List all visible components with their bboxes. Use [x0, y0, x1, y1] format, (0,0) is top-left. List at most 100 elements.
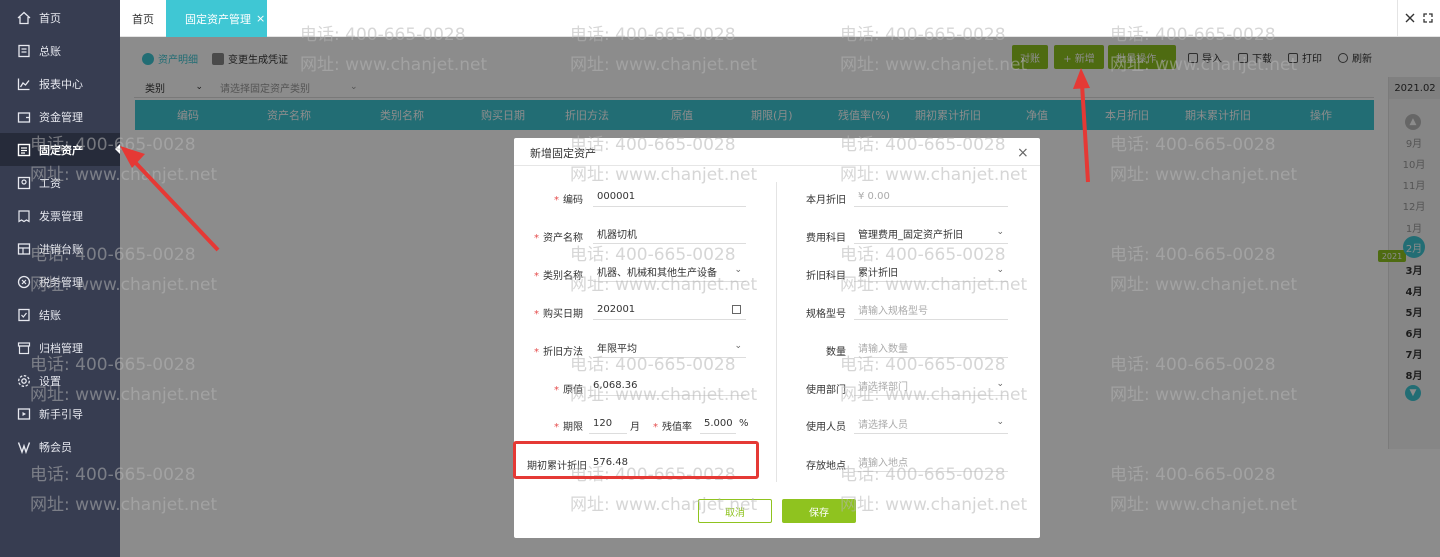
category-select[interactable]: 机器、机械和其他生产设备 ⌄ — [593, 262, 746, 282]
sidebar-item-guide[interactable]: 新手引导 — [0, 397, 120, 430]
divider — [1397, 0, 1398, 37]
code-field[interactable]: 000001 — [593, 187, 746, 207]
code-label: * 编码 — [554, 195, 583, 206]
user-placeholder: 请选择人员 — [858, 420, 908, 431]
department-select[interactable]: 请选择部门 ⌄ — [854, 376, 1008, 396]
divider — [514, 165, 1040, 166]
sidebar-item-funds[interactable]: 资金管理 — [0, 100, 120, 133]
location-input[interactable]: 请输入地点 — [854, 452, 1008, 472]
chevron-down-icon: ⌄ — [996, 417, 1004, 427]
save-button[interactable]: 保存 — [782, 499, 856, 523]
close-window-icon[interactable] — [1402, 10, 1418, 26]
sidebar-item-settings[interactable]: 设置 — [0, 364, 120, 397]
term-field[interactable]: 120 — [589, 414, 627, 434]
user-select[interactable]: 请选择人员 ⌄ — [854, 414, 1008, 434]
purchase-date-label: * 购买日期 — [534, 309, 583, 320]
expense-subject-label: 费用科目 — [806, 233, 846, 244]
asset-name-field[interactable]: 机器切机 — [593, 224, 746, 244]
expense-subject-select[interactable]: 管理费用_固定资产折旧 ⌄ — [854, 224, 1008, 244]
guide-icon — [17, 407, 31, 421]
sidebar-item-label: 畅会员 — [39, 440, 72, 454]
tab-label: 固定资产管理 — [185, 12, 251, 26]
month-depreciation-label: 本月折旧 — [806, 195, 846, 206]
sidebar-item-label: 报表中心 — [39, 77, 83, 91]
chevron-down-icon: ⌄ — [996, 227, 1004, 237]
quantity-label: 数量 — [826, 347, 846, 358]
sidebar-item-stock[interactable]: 进销台账 — [0, 232, 120, 265]
fullscreen-icon[interactable] — [1420, 10, 1436, 26]
residual-rate-label: * 残值率 — [653, 422, 692, 433]
sidebar-item-ledger[interactable]: 总账 — [0, 34, 120, 67]
sidebar-item-label: 新手引导 — [39, 407, 83, 421]
gear-icon — [17, 374, 31, 388]
chevron-down-icon: ⌄ — [996, 379, 1004, 389]
sidebar-item-label: 发票管理 — [39, 209, 83, 223]
depreciation-method-select[interactable]: 年限平均 ⌄ — [593, 338, 746, 358]
sidebar-item-tax[interactable]: 税务管理 — [0, 265, 120, 298]
sidebar-item-invoices[interactable]: 发票管理 — [0, 199, 120, 232]
archive-icon — [17, 341, 31, 355]
sidebar-item-label: 工资 — [39, 176, 61, 190]
sidebar-item-label: 设置 — [39, 374, 61, 388]
tab-fixed-asset-management[interactable]: 固定资产管理 × — [166, 0, 267, 37]
tab-close-icon[interactable]: × — [256, 12, 265, 25]
chevron-down-icon: ⌄ — [734, 265, 742, 275]
category-label: * 类别名称 — [534, 271, 583, 282]
stock-icon — [17, 242, 31, 256]
category-value: 机器、机械和其他生产设备 — [597, 268, 717, 279]
divider — [776, 182, 777, 482]
sidebar-item-label: 进销台账 — [39, 242, 83, 256]
chart-icon — [17, 77, 31, 91]
depreciation-subject-label: 折旧科目 — [806, 271, 846, 282]
date-value: 202001 — [597, 304, 636, 315]
sidebar-item-archive[interactable]: 归档管理 — [0, 331, 120, 364]
method-value: 年限平均 — [597, 344, 637, 355]
wallet-icon — [17, 110, 31, 124]
expense-value: 管理费用_固定资产折旧 — [858, 230, 963, 241]
chevron-down-icon: ⌄ — [734, 341, 742, 351]
member-icon — [17, 440, 31, 454]
asset-name-label: * 资产名称 — [534, 233, 583, 244]
tab-home[interactable]: 首页 — [120, 0, 166, 37]
sidebar-item-closing[interactable]: 结账 — [0, 298, 120, 331]
calendar-icon[interactable] — [732, 305, 741, 314]
sidebar-item-label: 总账 — [39, 44, 61, 58]
sidebar-item-label: 首页 — [39, 11, 61, 25]
quantity-input[interactable]: 请输入数量 — [854, 338, 1008, 358]
term-label: * 期限 — [554, 422, 583, 433]
original-value-label: * 原值 — [554, 385, 583, 396]
sidebar-item-label: 结账 — [39, 308, 61, 322]
spec-input[interactable]: 请输入规格型号 — [854, 300, 1008, 320]
dialog-title: 新增固定资产 — [530, 147, 596, 160]
term-unit: 月 — [630, 422, 640, 433]
department-placeholder: 请选择部门 — [858, 382, 908, 393]
home-icon — [17, 11, 31, 25]
ledger-icon — [17, 44, 31, 58]
original-value-field[interactable]: 6,068.36 — [589, 376, 746, 396]
residual-unit: % — [739, 418, 749, 429]
annotation-highlight-box — [513, 441, 759, 479]
depreciation-subject-select[interactable]: 累计折旧 ⌄ — [854, 262, 1008, 282]
purchase-date-field[interactable]: 202001 — [593, 300, 746, 320]
month-depreciation-field: ¥ 0.00 — [854, 187, 1008, 207]
sidebar-item-home[interactable]: 首页 — [0, 1, 120, 34]
cancel-button[interactable]: 取消 — [698, 499, 772, 523]
invoice-icon — [17, 209, 31, 223]
chevron-down-icon: ⌄ — [996, 265, 1004, 275]
tax-icon — [17, 275, 31, 289]
sidebar-item-reports[interactable]: 报表中心 — [0, 67, 120, 100]
close-icon[interactable]: × — [1017, 145, 1029, 161]
sidebar-item-salary[interactable]: 工资 — [0, 166, 120, 199]
sidebar-item-label: 资金管理 — [39, 110, 83, 124]
tab-bar: 首页 固定资产管理 × — [120, 0, 1440, 37]
residual-rate-field[interactable]: 5.000 — [700, 414, 736, 434]
sidebar-item-fixed-assets[interactable]: 固定资产 — [0, 133, 120, 166]
asset-icon — [17, 143, 31, 157]
spec-label: 规格型号 — [806, 309, 846, 320]
sidebar-item-member[interactable]: 畅会员 — [0, 430, 120, 463]
location-label: 存放地点 — [806, 461, 846, 472]
sidebar-item-label: 固定资产 — [39, 143, 83, 157]
sidebar-item-label: 归档管理 — [39, 341, 83, 355]
dep-subject-value: 累计折旧 — [858, 268, 898, 279]
depreciation-method-label: * 折旧方法 — [534, 347, 583, 358]
